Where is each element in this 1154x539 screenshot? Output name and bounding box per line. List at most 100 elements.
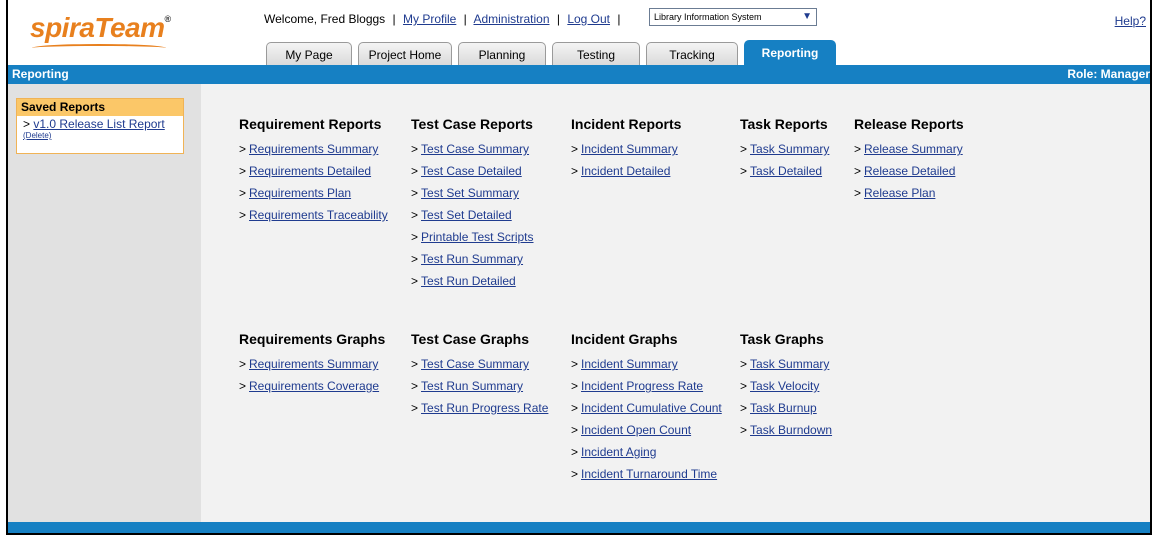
link-prefix: > <box>411 379 419 393</box>
link-prefix: > <box>740 164 748 178</box>
report-link[interactable]: Requirements Traceability <box>249 208 388 222</box>
graph-link[interactable]: Incident Progress Rate <box>581 379 703 393</box>
log-out-link[interactable]: Log Out <box>567 12 610 26</box>
link-prefix: > <box>411 252 419 266</box>
my-profile-link[interactable]: My Profile <box>403 12 456 26</box>
section-title: Reporting <box>12 67 69 81</box>
spirateam-logo[interactable]: spiraTeam® <box>30 12 171 46</box>
graph-link[interactable]: Task Burndown <box>750 423 832 437</box>
report-link[interactable]: Test Set Detailed <box>421 208 512 222</box>
welcome-text: Welcome, Fred Bloggs <box>264 12 386 26</box>
list-item: > Test Set Summary <box>411 182 534 204</box>
project-select[interactable]: Library Information System ▼ <box>649 8 817 26</box>
link-prefix: > <box>571 379 579 393</box>
report-link[interactable]: Requirements Plan <box>249 186 351 200</box>
link-prefix: > <box>854 186 862 200</box>
report-link[interactable]: Test Case Summary <box>421 142 529 156</box>
graph-link[interactable]: Incident Turnaround Time <box>581 467 717 481</box>
graph-link[interactable]: Incident Summary <box>581 357 678 371</box>
link-prefix: > <box>411 357 419 371</box>
report-link[interactable]: Test Set Summary <box>421 186 519 200</box>
link-prefix: > <box>571 467 579 481</box>
group-title: Incident Reports <box>571 116 682 132</box>
tab-project-home[interactable]: Project Home <box>358 42 452 66</box>
list-item: > Requirements Coverage <box>239 375 385 397</box>
report-link[interactable]: Test Case Detailed <box>421 164 522 178</box>
report-link[interactable]: Requirements Detailed <box>249 164 371 178</box>
graph-link[interactable]: Requirements Coverage <box>249 379 379 393</box>
list-item: > Requirements Traceability <box>239 204 388 226</box>
group-title: Task Reports <box>740 116 828 132</box>
list-item: > Task Detailed <box>740 160 829 182</box>
app-frame: spiraTeam® Welcome, Fred Bloggs | My Pro… <box>6 0 1152 535</box>
saved-report-item: > v1.0 Release List Report <box>17 116 183 131</box>
saved-report-link[interactable]: v1.0 Release List Report <box>33 117 164 131</box>
user-bar: Welcome, Fred Bloggs | My Profile | Admi… <box>264 12 624 26</box>
list-item: > Task Burnup <box>740 397 832 419</box>
tab-planning[interactable]: Planning <box>458 42 546 66</box>
graph-link[interactable]: Test Case Summary <box>421 357 529 371</box>
separator: | <box>392 12 396 26</box>
graph-link[interactable]: Incident Aging <box>581 445 656 459</box>
logo-text: spiraTeam <box>30 12 165 43</box>
link-prefix: > <box>239 186 247 200</box>
link-prefix: > <box>740 379 748 393</box>
role-label: Role: Manager <box>1067 67 1150 81</box>
graph-link[interactable]: Requirements Summary <box>249 357 378 371</box>
administration-link[interactable]: Administration <box>473 12 549 26</box>
report-link[interactable]: Incident Summary <box>581 142 678 156</box>
list-item: > Release Summary <box>854 138 964 160</box>
delete-saved-report-link[interactable]: (Delete) <box>23 131 51 140</box>
report-link[interactable]: Task Summary <box>750 142 829 156</box>
link-prefix: > <box>239 357 247 371</box>
dropdown-arrow-icon[interactable]: ▼ <box>802 9 812 25</box>
group-title: Test Case Reports <box>411 116 533 132</box>
list-item: > Task Burndown <box>740 419 832 441</box>
report-link[interactable]: Requirements Summary <box>249 142 378 156</box>
report-link[interactable]: Test Run Detailed <box>421 274 516 288</box>
report-group-test-case: Test Case Reports > Test Case Summary > Te… <box>411 116 534 292</box>
list-item: > Test Set Detailed <box>411 204 534 226</box>
graph-link[interactable]: Test Run Summary <box>421 379 523 393</box>
tab-my-page[interactable]: My Page <box>266 42 352 66</box>
link-prefix: > <box>571 357 579 371</box>
link-prefix: > <box>571 423 579 437</box>
link-prefix: > <box>740 401 748 415</box>
graph-link[interactable]: Task Summary <box>750 357 829 371</box>
link-prefix: > <box>239 164 247 178</box>
link-prefix: > <box>740 142 748 156</box>
list-item: > Task Velocity <box>740 375 832 397</box>
group-title: Incident Graphs <box>571 331 678 347</box>
tab-tracking[interactable]: Tracking <box>646 42 738 66</box>
group-title: Requirements Graphs <box>239 331 386 347</box>
list-item: > Test Run Progress Rate <box>411 397 548 419</box>
graph-group-task: Task Graphs > Task Summary > Task Velocity… <box>740 331 832 441</box>
report-link[interactable]: Release Detailed <box>864 164 955 178</box>
link-prefix: > <box>854 164 862 178</box>
graph-link[interactable]: Test Run Progress Rate <box>421 401 548 415</box>
list-item: > Test Case Summary <box>411 353 548 375</box>
group-title: Test Case Graphs <box>411 331 530 347</box>
link-prefix: > <box>411 401 419 415</box>
report-link[interactable]: Printable Test Scripts <box>421 230 534 244</box>
link-prefix: > <box>571 445 579 459</box>
report-link[interactable]: Release Plan <box>864 186 935 200</box>
list-item: > Requirements Plan <box>239 182 388 204</box>
list-item: > Incident Cumulative Count <box>571 397 722 419</box>
list-item: > Release Detailed <box>854 160 964 182</box>
graph-link[interactable]: Task Velocity <box>750 379 819 393</box>
report-link[interactable]: Test Run Summary <box>421 252 523 266</box>
list-item: > Incident Progress Rate <box>571 375 722 397</box>
graph-link[interactable]: Incident Open Count <box>581 423 691 437</box>
tab-reporting[interactable]: Reporting <box>744 40 836 66</box>
report-link[interactable]: Release Summary <box>864 142 963 156</box>
report-link[interactable]: Incident Detailed <box>581 164 670 178</box>
link-prefix: > <box>411 274 419 288</box>
tab-testing[interactable]: Testing <box>552 42 640 66</box>
separator: | <box>556 12 560 26</box>
list-item: > Incident Turnaround Time <box>571 463 722 485</box>
report-link[interactable]: Task Detailed <box>750 164 822 178</box>
graph-link[interactable]: Task Burnup <box>750 401 817 415</box>
help-link[interactable]: Help? <box>1115 14 1146 28</box>
graph-link[interactable]: Incident Cumulative Count <box>581 401 722 415</box>
